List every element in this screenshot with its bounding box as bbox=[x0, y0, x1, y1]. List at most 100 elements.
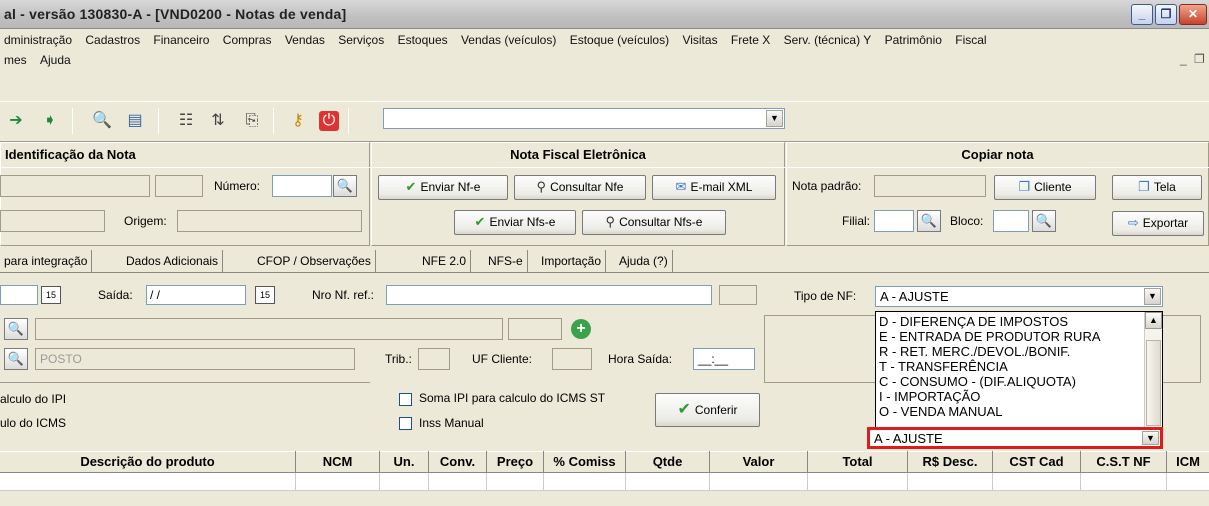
nota-padrao-field[interactable] bbox=[874, 175, 986, 197]
menu-patrimonio[interactable]: Patrimônio bbox=[881, 30, 948, 47]
chevron-down-icon[interactable]: ▼ bbox=[766, 110, 783, 127]
tab-dados-adicionais[interactable]: Dados Adicionais bbox=[122, 250, 224, 272]
cliente-code-field[interactable] bbox=[0, 210, 105, 232]
chevron-down-icon[interactable]: ▼ bbox=[1144, 288, 1161, 305]
nro-ref-input[interactable] bbox=[386, 285, 712, 305]
preview-icon[interactable]: 🔍 bbox=[92, 111, 112, 131]
produto-extra-field[interactable] bbox=[508, 318, 562, 340]
table-cell[interactable] bbox=[808, 473, 908, 491]
calendar-icon[interactable]: 15 bbox=[41, 286, 61, 304]
col-desc[interactable]: R$ Desc. bbox=[908, 451, 993, 473]
col-qtde[interactable]: Qtde bbox=[626, 451, 710, 473]
table-cell[interactable] bbox=[380, 473, 429, 491]
add-icon[interactable]: + bbox=[571, 319, 591, 339]
close-button[interactable]: ✕ bbox=[1179, 4, 1207, 25]
dropdown-option[interactable]: I - IMPORTAÇÃO bbox=[879, 390, 980, 403]
dropdown-option[interactable]: T - TRANSFERÊNCIA bbox=[879, 360, 1008, 373]
restore-button[interactable]: ❐ bbox=[1155, 4, 1177, 25]
tipo-nf-select[interactable]: A - AJUSTE ▼ bbox=[875, 286, 1163, 307]
menu-mes[interactable]: mes bbox=[0, 50, 33, 67]
dropdown-option[interactable]: D - DIFERENÇA DE IMPOSTOS bbox=[879, 315, 1068, 328]
posto-field[interactable]: POSTO bbox=[35, 348, 355, 370]
calc-ipi-label[interactable]: alculo do IPI bbox=[0, 392, 66, 406]
tipo-nf-dropdown-list[interactable]: D - DIFERENÇA DE IMPOSTOS E - ENTRADA DE… bbox=[875, 311, 1163, 432]
col-un[interactable]: Un. bbox=[380, 451, 429, 473]
col-comiss[interactable]: % Comiss bbox=[544, 451, 626, 473]
menu-financeiro[interactable]: Financeiro bbox=[149, 30, 215, 47]
enviar-nfe-button[interactable]: ✔ Enviar Nf-e bbox=[378, 175, 508, 200]
table-cell[interactable] bbox=[544, 473, 626, 491]
tab-nfse[interactable]: NFS-e bbox=[484, 250, 528, 272]
col-conv[interactable]: Conv. bbox=[429, 451, 487, 473]
menu-ajuda[interactable]: Ajuda bbox=[36, 50, 77, 67]
tab-importacao[interactable]: Importação bbox=[537, 250, 607, 272]
table-cell[interactable] bbox=[908, 473, 993, 491]
numero-input[interactable] bbox=[272, 175, 332, 197]
serie-field[interactable] bbox=[0, 175, 150, 197]
col-ncm[interactable]: NCM bbox=[296, 451, 380, 473]
soma-ipi-checkbox[interactable] bbox=[399, 393, 412, 406]
menu-fiscal[interactable]: Fiscal bbox=[951, 30, 992, 47]
mdi-minimize-button[interactable]: _ bbox=[1180, 52, 1187, 66]
export-doc-icon[interactable]: ⎘ bbox=[242, 111, 262, 131]
chevron-up-icon[interactable]: ▲ bbox=[1145, 312, 1162, 329]
dropdown-scrollbar[interactable]: ▲ bbox=[1144, 312, 1162, 431]
consultar-nfe-button[interactable]: ⚲ Consultar Nfe bbox=[514, 175, 646, 200]
conferir-button[interactable]: ✔ Conferir bbox=[655, 393, 760, 427]
menu-servicos[interactable]: Serviços bbox=[334, 30, 390, 47]
tipo-nf-selected-highlight[interactable]: A - AJUSTE ▼ bbox=[867, 427, 1163, 449]
calendar-icon[interactable]: 15 bbox=[255, 286, 275, 304]
bloco-input[interactable] bbox=[993, 210, 1029, 232]
produto-field[interactable] bbox=[35, 318, 503, 340]
col-total[interactable]: Total bbox=[808, 451, 908, 473]
modelo-field[interactable] bbox=[155, 175, 203, 197]
menu-vendas-veiculos[interactable]: Vendas (veículos) bbox=[457, 30, 562, 47]
email-xml-button[interactable]: ✉ E-mail XML bbox=[652, 175, 776, 200]
key-icon[interactable]: ⚷ bbox=[288, 111, 308, 131]
table-cell[interactable] bbox=[487, 473, 544, 491]
minimize-button[interactable]: _ bbox=[1131, 4, 1153, 25]
col-preco[interactable]: Preço bbox=[487, 451, 544, 473]
menu-estoque-veiculos[interactable]: Estoque (veículos) bbox=[566, 30, 675, 47]
sort-icon[interactable]: ⇅ bbox=[208, 111, 228, 131]
menu-visitas[interactable]: Visitas bbox=[678, 30, 723, 47]
exportar-button[interactable]: ⇨ Exportar bbox=[1112, 211, 1204, 236]
bloco-search-icon[interactable]: 🔍 bbox=[1032, 210, 1056, 232]
menu-administracao[interactable]: dministração bbox=[0, 30, 78, 47]
menu-frete[interactable]: Frete X bbox=[727, 30, 776, 47]
table-cell[interactable] bbox=[993, 473, 1081, 491]
nro-ref-extra-field[interactable] bbox=[719, 285, 757, 305]
mdi-restore-button[interactable]: ❐ bbox=[1194, 52, 1205, 66]
col-cst-nf[interactable]: C.S.T NF bbox=[1081, 451, 1167, 473]
col-valor[interactable]: Valor bbox=[710, 451, 808, 473]
form-icon[interactable]: ▤ bbox=[125, 111, 145, 131]
inss-manual-checkbox[interactable] bbox=[399, 417, 412, 430]
scrollbar-thumb[interactable] bbox=[1146, 340, 1161, 426]
table-cell[interactable] bbox=[0, 473, 296, 491]
entrada-date-field[interactable] bbox=[0, 285, 38, 305]
hora-saida-input[interactable]: __:__ bbox=[693, 348, 755, 370]
uf-cliente-field[interactable] bbox=[552, 348, 592, 370]
dropdown-option[interactable]: E - ENTRADA DE PRODUTOR RURA bbox=[879, 330, 1101, 343]
col-icm[interactable]: ICM bbox=[1167, 451, 1209, 473]
menu-estoques[interactable]: Estoques bbox=[394, 30, 454, 47]
table-cell[interactable] bbox=[710, 473, 808, 491]
consultar-nfse-button[interactable]: ⚲ Consultar Nfs-e bbox=[582, 210, 726, 235]
calc-icms-label[interactable]: ulo do ICMS bbox=[0, 416, 66, 430]
col-cst-cad[interactable]: CST Cad bbox=[993, 451, 1081, 473]
tab-integracao[interactable]: para integração bbox=[0, 250, 93, 272]
dropdown-option[interactable]: R - RET. MERC./DEVOL./BONIF. bbox=[879, 345, 1070, 358]
table-cell[interactable] bbox=[296, 473, 380, 491]
double-arrow-icon[interactable]: ➧ bbox=[40, 111, 60, 131]
saida-date-input[interactable]: / / bbox=[146, 285, 246, 305]
copiar-tela-button[interactable]: ❐ Tela bbox=[1112, 175, 1202, 200]
tab-nfe20[interactable]: NFE 2.0 bbox=[418, 250, 472, 272]
menu-cadastros[interactable]: Cadastros bbox=[81, 30, 146, 47]
search-icon[interactable]: 🔍 bbox=[4, 348, 28, 370]
columns-icon[interactable]: ☷ bbox=[176, 111, 196, 131]
dropdown-option[interactable]: O - VENDA MANUAL bbox=[879, 405, 1003, 418]
search-icon[interactable]: 🔍 bbox=[4, 318, 28, 340]
copiar-cliente-button[interactable]: ❐ Cliente bbox=[994, 175, 1096, 200]
enviar-nfse-button[interactable]: ✔ Enviar Nfs-e bbox=[454, 210, 576, 235]
dropdown-option[interactable]: C - CONSUMO - (DIF.ALIQUOTA) bbox=[879, 375, 1076, 388]
